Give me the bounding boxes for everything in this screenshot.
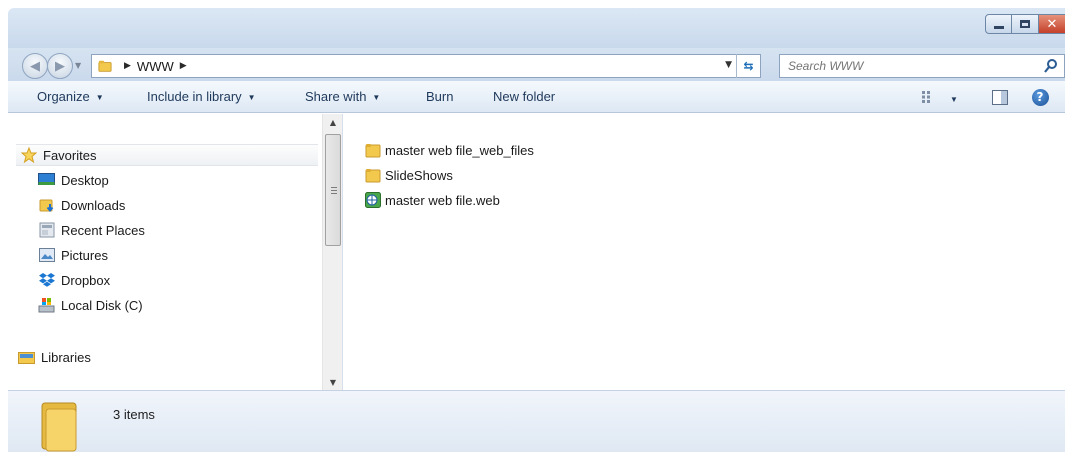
dropbox-icon [38,272,55,288]
breadcrumb-separator-icon[interactable]: ▶ [124,61,131,71]
star-icon [20,147,37,163]
address-bar[interactable]: ▶ WWW ▶ ▼ ⇆ [91,54,761,78]
command-bar: Organize ▼ Include in library ▼ Share with… [8,81,1065,113]
folder-icon [365,144,381,158]
nav-favorites-label: Favorites [43,147,97,163]
nav-libraries[interactable]: Libraries [18,346,91,368]
nav-item-label: Local Disk (C) [61,297,143,313]
organize-menu[interactable]: Organize ▼ [37,89,104,104]
include-in-library-menu[interactable]: Include in library ▼ [147,89,256,104]
scrollbar-thumb[interactable] [325,134,341,246]
recent-places-icon [38,222,55,238]
nav-item-label: Desktop [61,172,109,188]
nav-item-desktop[interactable]: Desktop [38,169,109,191]
chevron-down-icon: ▼ [247,93,256,102]
folder-icon [365,169,381,183]
nav-item-label: Dropbox [61,272,111,288]
folder-icon [41,402,77,452]
file-name: master web file_web_files [385,142,534,158]
share-with-label: Share with [305,89,367,104]
file-name: SlideShows [385,167,453,183]
burn-button[interactable]: Burn [426,89,453,104]
scroll-up-icon[interactable]: ▲ [323,114,343,130]
close-button[interactable]: ✕ [1039,14,1065,34]
pictures-icon [38,247,55,263]
search-box[interactable] [779,54,1065,78]
nav-item-recent-places[interactable]: Recent Places [38,219,145,241]
local-disk-icon [38,297,55,313]
view-options-icon [922,91,930,103]
include-in-library-label: Include in library [147,89,242,104]
scroll-grip-icon [331,187,337,194]
refresh-icon: ⇆ [743,59,754,73]
nav-item-downloads[interactable]: Downloads [38,194,125,216]
address-row: ◀ ▶ ▼ ▶ WWW ▶ ▼ ⇆ [8,48,1065,81]
libraries-icon [18,349,35,365]
nav-item-label: Downloads [61,197,126,213]
refresh-button[interactable]: ⇆ [736,54,760,78]
back-button[interactable]: ◀ [22,53,48,79]
organize-label: Organize [37,89,90,104]
breadcrumb-separator-icon[interactable]: ▶ [180,61,187,71]
file-item[interactable]: SlideShows [365,164,453,186]
nav-item-dropbox[interactable]: Dropbox [38,269,110,291]
desktop-icon [38,172,55,188]
recent-pages-dropdown[interactable]: ▼ [75,61,81,70]
nav-libraries-label: Libraries [41,349,91,365]
burn-label: Burn [426,89,454,104]
back-arrow-icon: ◀ [30,58,40,74]
preview-pane-button[interactable] [991,88,1009,106]
nav-item-local-disk[interactable]: Local Disk (C) [38,294,143,316]
view-options-dropdown[interactable]: ▼ [950,91,958,106]
folder-icon [98,60,112,72]
nav-item-label: Pictures [61,247,108,263]
minimize-button[interactable] [985,14,1012,34]
maximize-icon [1020,20,1030,28]
search-icon[interactable] [1044,58,1058,74]
downloads-icon [38,197,55,213]
new-folder-label: New folder [493,89,556,104]
nav-item-label: Recent Places [61,222,145,238]
nav-item-pictures[interactable]: Pictures [38,244,108,266]
share-with-menu[interactable]: Share with ▼ [305,89,380,104]
forward-button[interactable]: ▶ [47,53,73,79]
preview-pane-icon [992,89,1008,105]
item-count: 3 items [113,407,155,422]
file-name: master web file.web [385,192,500,208]
help-button[interactable]: ? [1031,88,1049,106]
change-view-button[interactable] [920,88,938,106]
new-folder-button[interactable]: New folder [493,89,555,104]
forward-arrow-icon: ▶ [55,58,65,74]
file-list: master web file_web_files SlideShows mas… [344,114,1065,390]
search-input[interactable] [788,59,1028,73]
navigation-pane: Favorites Desktop Downloads Recent Place… [8,114,343,390]
title-bar[interactable]: ✕ [8,8,1065,48]
caption-buttons: ✕ [985,14,1065,34]
chevron-down-icon: ▼ [95,93,104,102]
web-file-icon [365,192,381,208]
file-item[interactable]: master web file_web_files [365,139,534,161]
minimize-icon [993,25,1004,29]
breadcrumb-www[interactable]: WWW [137,59,174,74]
address-history-dropdown[interactable]: ▼ [725,60,732,70]
nav-favorites[interactable]: Favorites [16,144,318,166]
help-icon: ? [1031,88,1049,106]
scroll-down-icon[interactable]: ▼ [323,374,343,390]
explorer-window: ✕ ◀ ▶ ▼ ▶ WWW ▶ ▼ ⇆ Search WWW Organize … [8,8,1065,452]
close-icon: ✕ [1046,16,1058,32]
maximize-button[interactable] [1012,14,1039,34]
navigation-scrollbar[interactable]: ▲ ▼ [322,114,342,390]
chevron-down-icon: ▼ [372,93,381,102]
details-pane: 3 items [8,390,1065,452]
chevron-down-icon: ▼ [950,95,958,104]
file-item[interactable]: master web file.web [365,189,500,211]
